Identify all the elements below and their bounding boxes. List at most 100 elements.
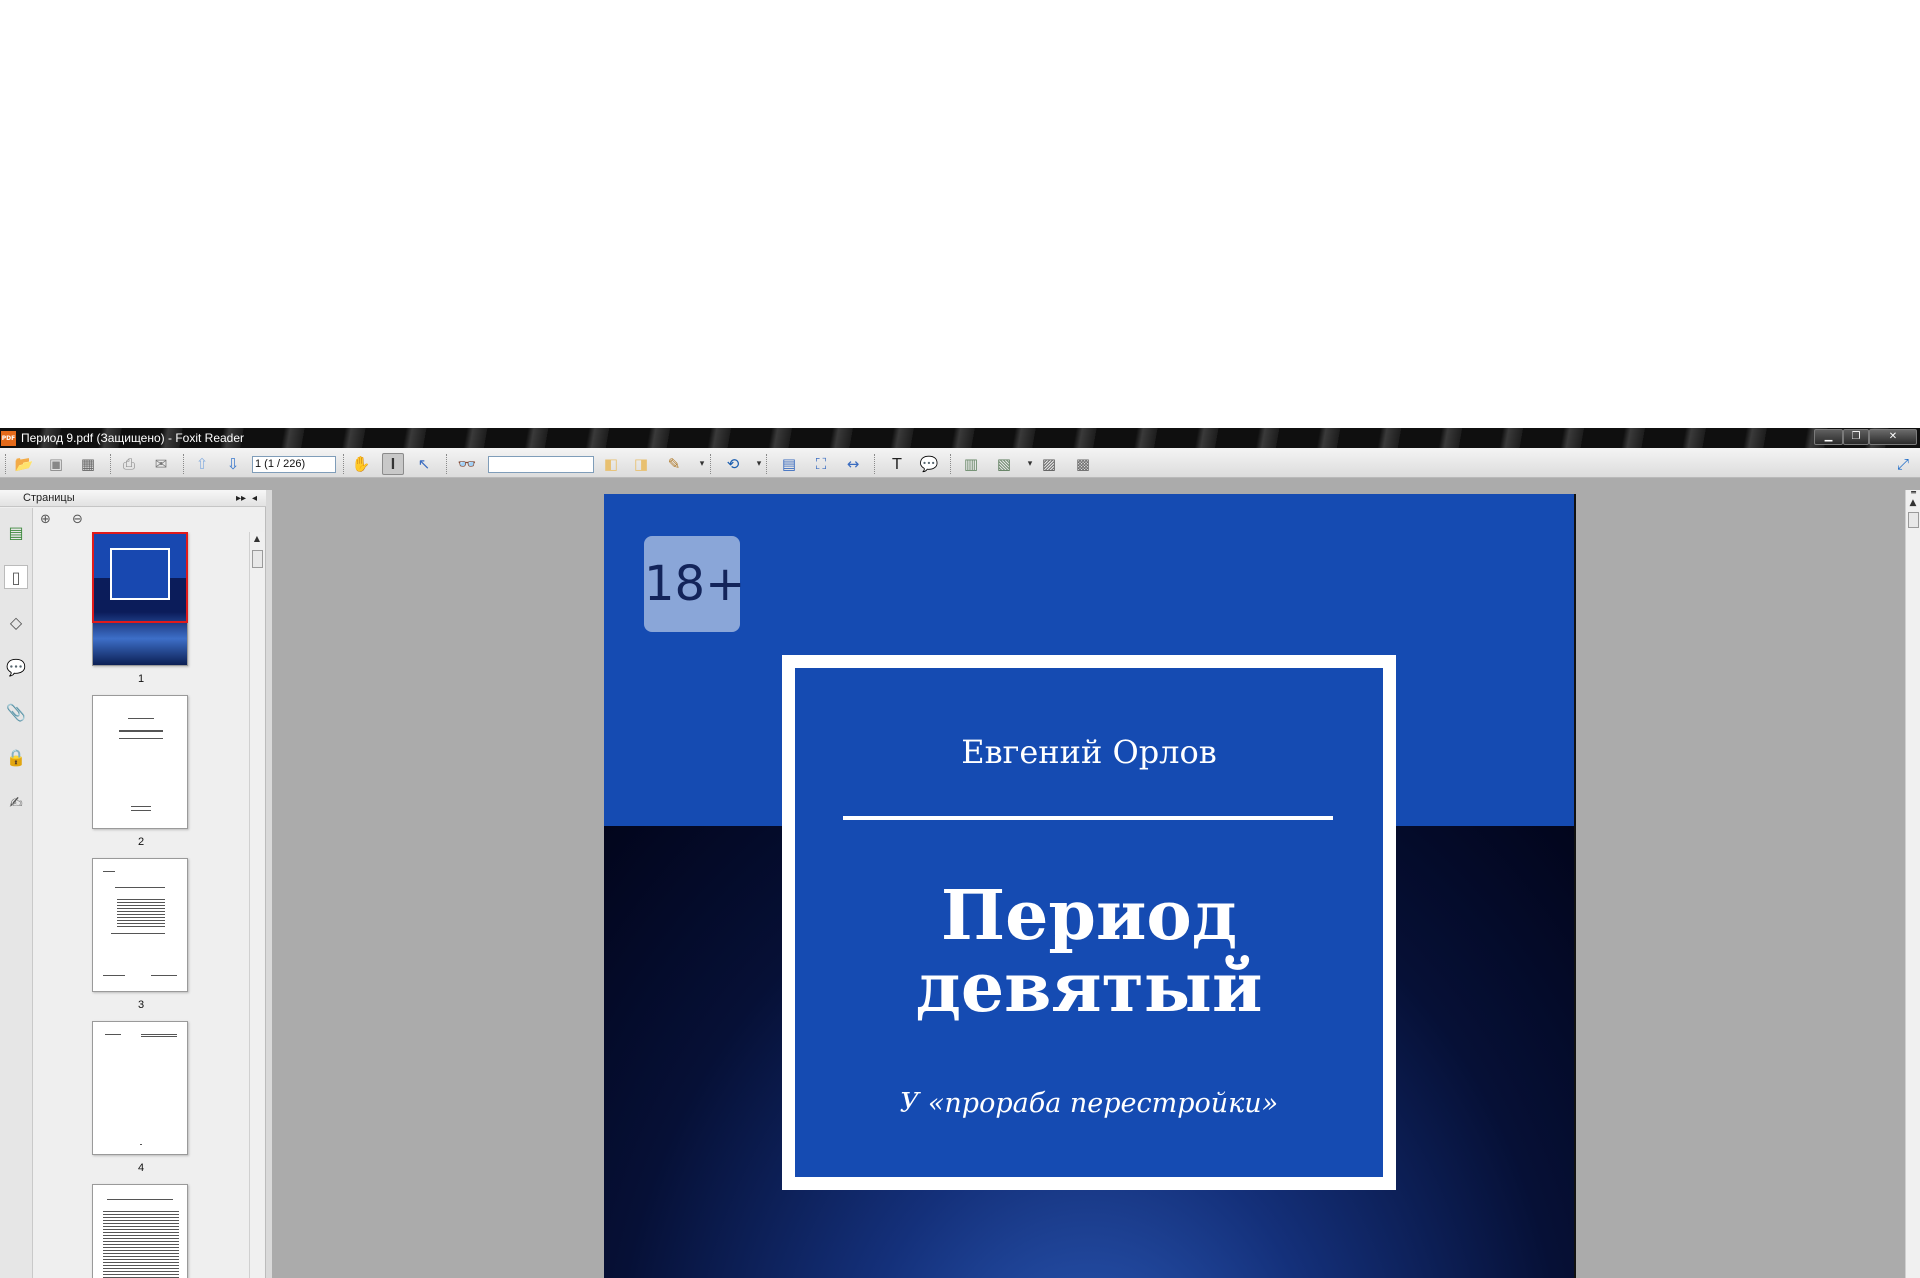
binoculars-icon[interactable]: 👓 bbox=[456, 453, 478, 475]
pdf-to-word-icon[interactable]: ▨ bbox=[1038, 453, 1060, 475]
close-button[interactable]: ✕ bbox=[1869, 429, 1917, 445]
save-icon[interactable]: ▣ bbox=[45, 453, 67, 475]
toolbar-grip[interactable] bbox=[5, 454, 7, 474]
thumbnail-label: 1 bbox=[137, 673, 145, 685]
thumb-text-line bbox=[151, 975, 177, 976]
comments-icon[interactable]: 💬 bbox=[4, 655, 28, 679]
thumbnail-label: 4 bbox=[137, 1162, 145, 1174]
pdf-tools-icon[interactable]: ▩ bbox=[1072, 453, 1094, 475]
scrollbar-thumb[interactable] bbox=[252, 550, 263, 568]
previous-page-icon[interactable]: ⇧ bbox=[191, 453, 213, 475]
next-page-icon[interactable]: ⇩ bbox=[222, 453, 244, 475]
title-divider bbox=[843, 816, 1333, 820]
open-folder-icon[interactable]: 📂 bbox=[13, 453, 35, 475]
thumb-text-line bbox=[131, 806, 151, 807]
thumbnail-scrollbar[interactable]: ▲ bbox=[249, 532, 264, 1278]
select-arrow-icon[interactable]: ↖ bbox=[413, 453, 435, 475]
thumb-text-line bbox=[119, 730, 163, 732]
find-next-icon[interactable]: ◨ bbox=[630, 453, 652, 475]
fit-page-icon[interactable]: ⛶ bbox=[810, 453, 832, 475]
page-number-field[interactable]: 1 (1 / 226) bbox=[252, 456, 336, 473]
toolbar-separator bbox=[110, 454, 112, 474]
age-rating-badge: 18+ bbox=[644, 536, 745, 632]
text-viewer-icon[interactable]: ✎ bbox=[663, 453, 685, 475]
thumbnail-label: 3 bbox=[137, 999, 145, 1011]
toolbar-separator bbox=[710, 454, 712, 474]
page-thumbnail[interactable]: 3 bbox=[92, 858, 188, 1011]
page-thumbnail[interactable]: 2 bbox=[92, 695, 188, 848]
thumb-text-line bbox=[140, 1144, 142, 1145]
thumb-text-line bbox=[131, 810, 151, 811]
pdf-page[interactable]: 18+ Евгений Орлов Период девятый У «прор… bbox=[604, 494, 1574, 1278]
page-thumbnail[interactable]: 1 bbox=[92, 532, 188, 685]
signature-icon[interactable]: ✍ bbox=[4, 790, 28, 814]
document-scrollbar[interactable]: ═ ▲ bbox=[1905, 489, 1920, 1278]
security-lock-icon[interactable]: 🔒 bbox=[4, 745, 28, 769]
scrollbar-thumb[interactable] bbox=[1908, 512, 1919, 528]
thumbnail-list[interactable]: 1 2 3 4 bbox=[34, 532, 249, 1278]
thumb-text-line bbox=[107, 1199, 173, 1200]
toolbar-separator bbox=[874, 454, 876, 474]
book-subtitle: У «прораба перестройки» bbox=[899, 1088, 1279, 1119]
bookmarks-icon[interactable]: ◇ bbox=[4, 610, 28, 634]
panel-header: Страницы ▸▸ ◂ bbox=[0, 490, 266, 507]
book-author: Евгений Орлов bbox=[961, 733, 1217, 771]
print-icon[interactable]: ⎙ bbox=[118, 453, 140, 475]
scroll-up-icon[interactable]: ▲ bbox=[1906, 498, 1920, 508]
thumbnail-label: 2 bbox=[137, 836, 145, 848]
thumb-text-line bbox=[105, 1034, 121, 1035]
zoom-in-thumbnail-icon[interactable]: ⊕ bbox=[40, 512, 58, 530]
rotate-view-icon[interactable]: ⟲ bbox=[722, 453, 744, 475]
toolbar-separator bbox=[446, 454, 448, 474]
page-thumbnail[interactable]: 4 bbox=[92, 1021, 188, 1174]
toolbar-separator bbox=[950, 454, 952, 474]
fit-width-icon[interactable]: ↔ bbox=[842, 453, 864, 475]
actual-size-icon[interactable]: ▤ bbox=[778, 453, 800, 475]
save-as-icon[interactable]: ▦ bbox=[77, 453, 99, 475]
thumbnail-selection bbox=[92, 532, 188, 623]
note-comment-icon[interactable]: 💬 bbox=[918, 453, 940, 475]
panel-collapse-icon[interactable]: ◂ bbox=[252, 490, 257, 507]
main-toolbar: 📂 ▣ ▦ ⎙ ✉ ⇧ ⇩ 1 (1 / 226) ✋ 𝐈 ↖ 👓 ◧ ◨ ✎ … bbox=[0, 448, 1920, 478]
pdf-app-icon[interactable]: PDF bbox=[1, 431, 16, 446]
maximize-button[interactable]: ❐ bbox=[1843, 429, 1869, 445]
panel-expand-icon[interactable]: ▸▸ bbox=[236, 490, 246, 507]
window-title: Период 9.pdf (Защищено) - Foxit Reader bbox=[21, 431, 245, 445]
document-view[interactable]: 18+ Евгений Орлов Период девятый У «прор… bbox=[272, 490, 1905, 1278]
thumb-text-line bbox=[111, 933, 165, 934]
attachments-icon[interactable]: 📎 bbox=[4, 700, 28, 724]
select-text-icon[interactable]: 𝐈 bbox=[382, 453, 404, 475]
thumb-text-line bbox=[103, 975, 125, 976]
page-thumbnail[interactable] bbox=[92, 1184, 188, 1278]
scroll-up-icon[interactable]: ▲ bbox=[250, 534, 264, 543]
toolbar-separator bbox=[183, 454, 185, 474]
toolbar-separator bbox=[343, 454, 345, 474]
book-title: Период девятый bbox=[795, 880, 1383, 1024]
pages-icon[interactable]: ▯ bbox=[4, 565, 28, 589]
zoom-out-thumbnail-icon[interactable]: ⊖ bbox=[72, 512, 90, 530]
split-view-handle[interactable]: ═ bbox=[1907, 489, 1920, 497]
foxit-reader-window: PDF Период 9.pdf (Защищено) - Foxit Read… bbox=[0, 428, 1920, 1278]
book-title-line-1: Период bbox=[940, 876, 1238, 956]
thumb-text-block bbox=[117, 899, 165, 929]
thumb-text-block bbox=[141, 1034, 177, 1037]
find-previous-icon[interactable]: ◧ bbox=[600, 453, 622, 475]
fullscreen-icon[interactable]: ⤢ bbox=[1892, 453, 1914, 475]
find-input[interactable] bbox=[488, 456, 594, 473]
typewriter-icon[interactable]: T bbox=[886, 453, 908, 475]
toolbar-separator bbox=[766, 454, 768, 474]
layers-icon[interactable]: ▤ bbox=[4, 520, 28, 544]
thumb-text-line bbox=[128, 718, 154, 719]
create-pdf-icon[interactable]: ▥ bbox=[960, 453, 982, 475]
export-pdf-icon[interactable]: ▧ bbox=[993, 453, 1015, 475]
thumb-text-line bbox=[119, 738, 163, 739]
pages-side-panel: Страницы ▸▸ ◂ ▤ ▯ ◇ 💬 📎 🔒 ✍ ⊕ ⊖ 1 2 3 4 … bbox=[0, 490, 266, 1278]
title-bar[interactable]: PDF Период 9.pdf (Защищено) - Foxit Read… bbox=[0, 428, 1920, 448]
panel-title: Страницы bbox=[23, 492, 75, 504]
hand-tool-icon[interactable]: ✋ bbox=[350, 453, 372, 475]
blank-area bbox=[0, 0, 1920, 428]
book-title-line-2: девятый bbox=[915, 948, 1263, 1028]
thumb-text-block bbox=[103, 1211, 179, 1278]
minimize-button[interactable]: ▁ bbox=[1814, 429, 1843, 445]
email-icon[interactable]: ✉ bbox=[150, 453, 172, 475]
